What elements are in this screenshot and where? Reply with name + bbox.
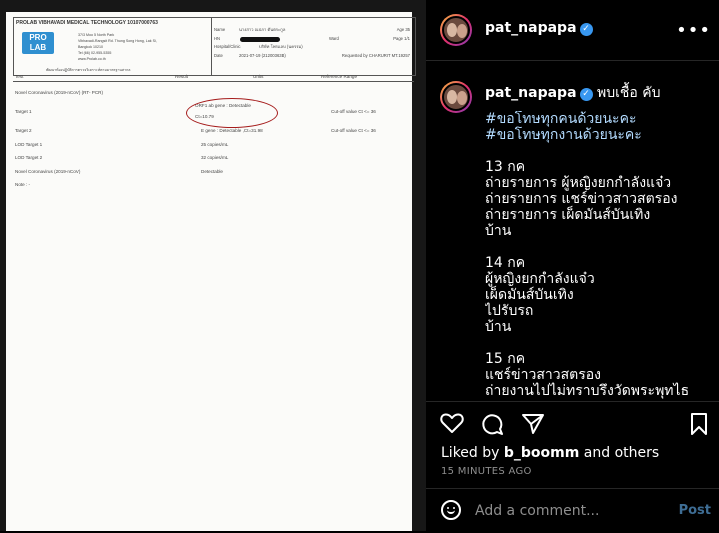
col-units: Units: [253, 74, 264, 79]
caption-line: ถ่ายรายการ ผู้หญิงยกกำลังแจ๋ว: [485, 175, 672, 191]
caption-line: แชร์ข่าวสาวสตรอง: [485, 367, 602, 383]
result-row-value: 25 copies/mL: [201, 142, 229, 147]
prolab-logo: PRO LAB: [22, 32, 54, 54]
caption-line: บ้าน: [485, 319, 512, 335]
post-button[interactable]: Post: [679, 503, 711, 518]
hospital-value: บริษัท โพรแลบ (นครรม): [259, 44, 303, 49]
avatar-photo: [442, 16, 470, 44]
hashtag-link[interactable]: #ขอโทษทุกงานด้วยนะคะ: [485, 127, 711, 143]
caption-spacer: [485, 143, 711, 159]
page-number: Page 1/1: [393, 35, 410, 41]
caption-body: #ขอโทษทุกคนด้วยนะคะ #ขอโทษทุกงานด้วยนะคะ…: [485, 111, 711, 400]
caption-line: 14 กค: [485, 255, 526, 271]
red-annotation-circle: [186, 98, 278, 128]
hospital-label: Hospital/Clinic: [214, 44, 241, 49]
likes-suffix[interactable]: and others: [579, 445, 659, 461]
verified-icon: ✓: [579, 23, 593, 36]
result-row-test: Target 2: [15, 128, 32, 133]
caption-spacer: [485, 335, 711, 351]
liked-by-user[interactable]: b_boomm: [504, 445, 579, 461]
username-text[interactable]: pat_napapa: [485, 20, 577, 36]
caption-headline: pat_napapa ✓ พบเชื้อ คับ: [485, 82, 660, 104]
logo-line-1: PRO: [29, 33, 47, 42]
name-value: นางสาว ณปภา ตันตระกูล: [239, 27, 286, 32]
redaction-mark: [240, 36, 280, 42]
date-value: 2021-07-19 (21200363B): [239, 52, 286, 58]
post-timestamp[interactable]: 15 MINUTES AGO: [441, 466, 532, 477]
caption-line: ถ่ายรายการ แชร์ข่าวสาวสตรอง: [485, 191, 678, 207]
age-value: Age 35: [396, 27, 410, 32]
col-test: Test: [15, 74, 24, 79]
share-icon[interactable]: [521, 412, 545, 442]
result-row-value: E gene : Detectable ,Ct=31.98: [201, 128, 263, 133]
result-row-ref: Cut-off value Ct <= 36: [331, 109, 376, 114]
caption-line: 15 กค: [485, 351, 526, 367]
caption-line: ไปรับรถ: [485, 303, 534, 319]
comment-bar: Post: [426, 488, 719, 533]
caption-line: ถ่ายงานไปไม่ทราบรึงวัดพระพุทไธ: [485, 383, 690, 399]
result-row-ref: Cut-off value Ct <= 36: [331, 128, 376, 133]
caption-line: 13 กค: [485, 159, 526, 175]
post-actions: Liked by b_boomm and others 15 MINUTES A…: [426, 401, 719, 532]
result-row-test: LOD Target 2: [15, 155, 43, 160]
patient-info: Name นางสาว ณปภา ตันตระกูล Age 35 HN Ward Pa…: [214, 26, 412, 60]
comment-input[interactable]: [475, 501, 665, 521]
avatar[interactable]: [440, 14, 472, 46]
result-row-value: Detectable: [201, 169, 223, 174]
requested-by: Requested by CHARURIT MT.19257: [341, 52, 410, 58]
header-username[interactable]: pat_napapa ✓: [485, 20, 593, 36]
result-row-test: Note : -: [15, 182, 31, 187]
name-label: Name: [214, 27, 226, 32]
caption-avatar[interactable]: [440, 81, 472, 113]
caption-line: เผ็ดมันส์บันเทิง: [485, 287, 574, 303]
caption-line: ผู้หญิงยกกำลังแจ๋ว: [485, 271, 595, 287]
result-row-test: Novel Coronavirus (2019-nCoV) (RT- PCR): [15, 90, 103, 95]
result-row-test: LOD Target 1: [15, 142, 43, 147]
logo-line-2: LAB: [29, 43, 47, 52]
result-row-test: Novel Coronavirus (2019-nCoV): [15, 169, 81, 174]
result-row-value: 32 copies/mL: [201, 155, 229, 160]
heart-icon[interactable]: [440, 412, 464, 440]
caption-line: ถ่ายรายการ เผ็ดมันส์บันเทิง: [485, 207, 651, 223]
caption-spacer: [485, 239, 711, 255]
result-row-test: Target 1: [15, 109, 32, 114]
emoji-icon[interactable]: [441, 500, 461, 520]
ward-label: Ward: [329, 35, 339, 41]
avatar-photo: [442, 83, 470, 111]
more-icon[interactable]: •••: [676, 20, 711, 41]
lab-name: PROLAB VIBHAVADI MEDICAL TECHNOLOGY 1010…: [16, 20, 158, 26]
caption-headline-text: พบเชื้อ คับ: [596, 85, 661, 101]
hashtag-link[interactable]: #ขอโทษทุกคนด้วยนะคะ: [485, 111, 711, 127]
results-column-header: Test Result Units Reference Range: [13, 73, 414, 82]
post-header: pat_napapa ✓ •••: [426, 0, 719, 61]
caption-line: บ้าน: [485, 223, 512, 239]
bookmark-icon[interactable]: [689, 412, 709, 442]
lab-report-document: PROLAB VIBHAVADI MEDICAL TECHNOLOGY 1010…: [6, 12, 416, 531]
lab-address: 37/3 Moo 5 North Park Vibhavadi-Rangsit …: [78, 32, 188, 62]
post-sidebar: pat_napapa ✓ ••• pat_napapa ✓ พบเชื้อ คับ …: [426, 0, 719, 531]
caption-username[interactable]: pat_napapa: [485, 85, 577, 101]
address-line: www.Prolab.co.th: [78, 57, 106, 61]
verified-icon: ✓: [579, 88, 593, 101]
post-image[interactable]: PROLAB VIBHAVADI MEDICAL TECHNOLOGY 1010…: [0, 0, 426, 531]
hn-label: HN: [214, 35, 221, 41]
report-header: PROLAB VIBHAVADI MEDICAL TECHNOLOGY 1010…: [13, 17, 416, 76]
comment-icon[interactable]: [480, 412, 504, 442]
header-divider: [211, 18, 212, 75]
col-reference-range: Reference Range: [321, 74, 358, 79]
col-result: Result: [175, 74, 189, 79]
date-label: Date: [214, 52, 223, 58]
likes-prefix: Liked by: [441, 445, 504, 461]
likes-summary[interactable]: Liked by b_boomm and others: [441, 445, 659, 461]
